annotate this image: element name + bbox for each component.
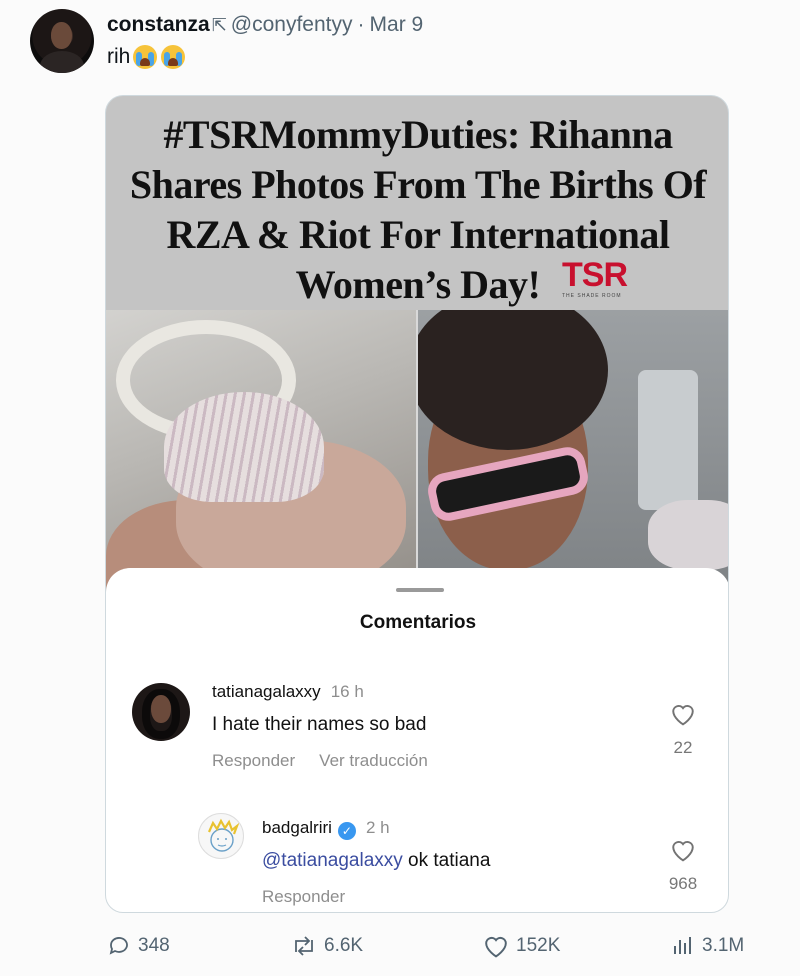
headline-banner: #TSRMommyDuties: Rihanna Shares Photos F…	[106, 96, 728, 310]
comments-sheet: Comentarios tatianagalaxxy 16 h I hate th…	[106, 568, 728, 912]
reply-button[interactable]: Responder	[212, 751, 295, 770]
comment-time: 16 h	[330, 682, 364, 701]
loudly-crying-face-icon	[132, 44, 158, 70]
author-display-name[interactable]: constanza	[107, 13, 210, 37]
reply-bubble-icon	[109, 937, 128, 955]
comment-header: tatianagalaxxy 16 h	[212, 682, 364, 702]
reply-button[interactable]: Responder	[262, 887, 345, 906]
tsr-logo-tagline: THE SHADE ROOM	[562, 293, 622, 299]
tweet-page: constanza ⇱ @conyfentyy · Mar 9 rih #TSR…	[0, 0, 800, 976]
tweet-text-content: rih	[107, 45, 131, 68]
comment-actions: Responder Ver traducción	[212, 751, 428, 771]
commenter-avatar[interactable]	[132, 683, 190, 741]
tsr-logo-text: TSR	[562, 256, 628, 294]
views-action[interactable]: 3.1M	[670, 934, 744, 958]
sheet-drag-handle[interactable]	[396, 588, 444, 592]
tweet-date[interactable]: Mar 9	[370, 13, 424, 37]
comment-like-count: 22	[673, 738, 693, 757]
comment-text-content: ok tatiana	[408, 850, 491, 871]
comment-username[interactable]: tatianagalaxxy	[212, 682, 321, 701]
comment-like-count: 968	[668, 874, 698, 893]
loudly-crying-face-icon	[160, 44, 186, 70]
repost-count: 6.6K	[324, 935, 364, 956]
verified-badge-icon: ✓	[337, 822, 356, 840]
author-avatar[interactable]	[30, 9, 94, 73]
like-heart-icon	[485, 936, 507, 958]
mother-selfie-photo	[418, 310, 728, 610]
see-translation-button[interactable]: Ver traducción	[319, 751, 428, 770]
like-action[interactable]: 152K	[482, 934, 560, 958]
like-count: 152K	[516, 935, 561, 956]
comment-text: I hate their names so bad	[212, 714, 427, 735]
views-bars-icon	[674, 937, 691, 954]
automated-label-icon: ⇱	[211, 14, 227, 35]
commenter-avatar[interactable]	[198, 813, 244, 859]
tsr-logo: TSR THE SHADE ROOM	[562, 256, 652, 300]
comment-actions: Responder	[262, 887, 345, 907]
comments-title: Comentarios	[359, 612, 477, 633]
tweet-header: constanza ⇱ @conyfentyy · Mar 9	[107, 12, 423, 38]
repost-action[interactable]: 6.6K	[290, 934, 363, 958]
comment-header: badgalriri ✓ 2 h	[262, 818, 390, 840]
reply-count: 348	[138, 935, 170, 956]
like-heart-icon[interactable]	[670, 838, 696, 862]
comment-text: @tatianagalaxxy ok tatiana	[262, 850, 490, 872]
tweet-action-bar: 348 6.6K 152K 3.1M	[0, 928, 800, 968]
author-handle[interactable]: @conyfentyy	[231, 13, 353, 37]
comment-mention[interactable]: @tatianagalaxxy	[262, 850, 403, 871]
tweet-media-image[interactable]: #TSRMommyDuties: Rihanna Shares Photos F…	[105, 95, 729, 913]
tweet-text: rih	[107, 44, 186, 70]
like-heart-icon[interactable]	[670, 702, 696, 726]
comment-time: 2 h	[365, 818, 390, 837]
header-separator: ·	[357, 13, 365, 36]
reply-action[interactable]: 348	[106, 934, 170, 958]
repost-icon	[295, 936, 313, 956]
views-count: 3.1M	[702, 935, 745, 956]
newborn-photo	[106, 310, 416, 610]
comment-username[interactable]: badgalriri	[262, 818, 332, 837]
